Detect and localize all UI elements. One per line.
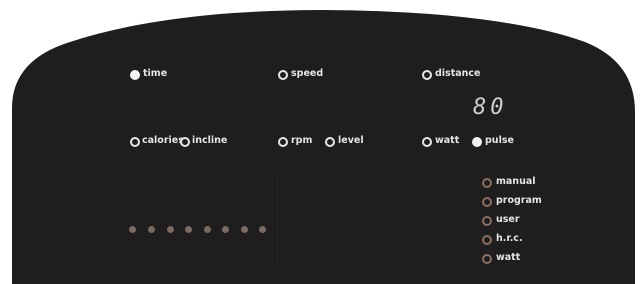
program-watt-indicator xyxy=(482,254,492,264)
level-dot xyxy=(167,226,174,233)
pulse-label: pulse xyxy=(485,135,514,146)
console-background xyxy=(12,10,635,284)
time-indicator xyxy=(130,70,140,80)
program-hrc-indicator xyxy=(482,235,492,245)
incline-indicator xyxy=(180,137,190,147)
program-program-label: program xyxy=(496,195,542,206)
pulse-indicator xyxy=(472,137,482,147)
level-dot xyxy=(185,226,192,233)
level-dot xyxy=(222,226,229,233)
level-dot xyxy=(241,226,248,233)
level-label: level xyxy=(338,135,364,146)
rpm-label: rpm xyxy=(291,135,313,146)
readout-display: 80 xyxy=(473,95,508,120)
program-manual-label: manual xyxy=(496,176,536,187)
program-hrc-label: h.r.c. xyxy=(496,233,523,244)
program-user-indicator xyxy=(482,216,492,226)
program-user-label: user xyxy=(496,214,520,225)
rpm-indicator xyxy=(278,137,288,147)
watt-indicator xyxy=(422,137,432,147)
level-dot xyxy=(259,226,266,233)
time-label: time xyxy=(143,68,168,79)
program-program-indicator xyxy=(482,197,492,207)
speed-indicator xyxy=(278,70,288,80)
level-indicator xyxy=(325,137,335,147)
distance-label: distance xyxy=(435,68,481,79)
speed-label: speed xyxy=(291,68,324,79)
calories-indicator xyxy=(130,137,140,147)
watt-label: watt xyxy=(435,135,460,146)
calories-label: calories xyxy=(142,135,184,146)
program-watt-label: watt xyxy=(496,252,521,263)
panel-divider xyxy=(277,175,278,265)
level-dot xyxy=(148,226,155,233)
level-dot xyxy=(204,226,211,233)
console-panel: time speed distance 80 calories incline … xyxy=(0,0,641,284)
program-manual-indicator xyxy=(482,178,492,188)
level-dot xyxy=(129,226,136,233)
distance-indicator xyxy=(422,70,432,80)
incline-label: incline xyxy=(192,135,228,146)
